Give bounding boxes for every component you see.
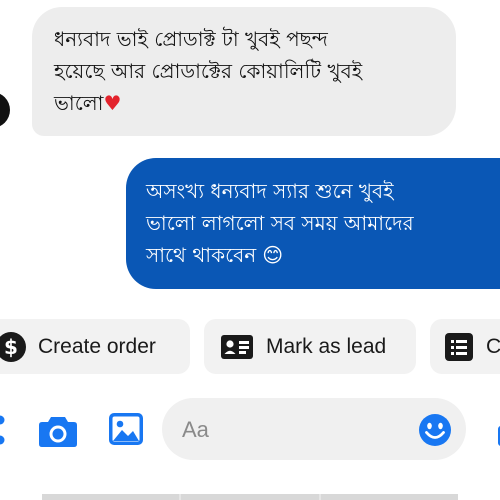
receipt-icon	[444, 332, 474, 362]
id-card-icon	[220, 334, 254, 360]
camera-icon[interactable]	[38, 414, 78, 448]
incoming-message-line-last: ভালো♥	[54, 87, 446, 119]
heart-emoji-icon: ♥	[103, 91, 122, 115]
create-order-label: Create order	[38, 334, 156, 358]
messenger-chat-screen: ধন্যবাদ ভাই প্রোডাক্ট টা খুবই পছন্দ হয়ে…	[0, 0, 500, 500]
outgoing-message-bubble[interactable]: অসংখ্য ধন্যবাদ স্যার শুনে খুবই ভালো লাগল…	[126, 158, 500, 289]
smiling-face-emoji-icon: 😊	[262, 243, 284, 267]
outgoing-message-line: ভালো লাগলো সব সময় আমাদের	[146, 211, 414, 235]
gallery-icon[interactable]	[108, 412, 144, 446]
keyboard-top-edge	[42, 494, 458, 500]
keyboard-key	[42, 494, 180, 500]
keyboard-key	[320, 494, 458, 500]
emoji-icon[interactable]	[418, 413, 452, 447]
dollar-circle-icon: $	[0, 331, 26, 362]
incoming-message-line: হয়েছে আর প্রোডাক্টের কোয়ালিটি খুবই	[54, 59, 363, 83]
message-input[interactable]: Aa	[162, 398, 466, 460]
contact-avatar[interactable]	[0, 92, 10, 128]
message-input-placeholder: Aa	[182, 417, 209, 442]
third-action-label: C	[486, 334, 500, 358]
incoming-message-text: ভালো	[54, 91, 104, 115]
incoming-message-line: ধন্যবাদ ভাই প্রোডাক্ট টা খুবই পছন্দ	[54, 27, 328, 51]
more-icon[interactable]	[0, 412, 8, 448]
outgoing-message-text: সাথে থাকবেন	[146, 243, 257, 267]
mark-as-lead-button[interactable]: Mark as lead	[204, 319, 416, 374]
outgoing-message-line-last: সাথে থাকবেন 😊	[146, 239, 500, 271]
like-icon[interactable]	[494, 420, 500, 450]
mark-as-lead-label: Mark as lead	[266, 334, 387, 358]
keyboard-key	[181, 494, 319, 500]
outgoing-message-line: অসংখ্য ধন্যবাদ স্যার শুনে খুবই	[146, 179, 394, 203]
third-action-button[interactable]: C	[430, 319, 500, 374]
incoming-message-bubble[interactable]: ধন্যবাদ ভাই প্রোডাক্ট টা খুবই পছন্দ হয়ে…	[32, 7, 456, 136]
create-order-button[interactable]: $ Create order	[0, 319, 190, 374]
